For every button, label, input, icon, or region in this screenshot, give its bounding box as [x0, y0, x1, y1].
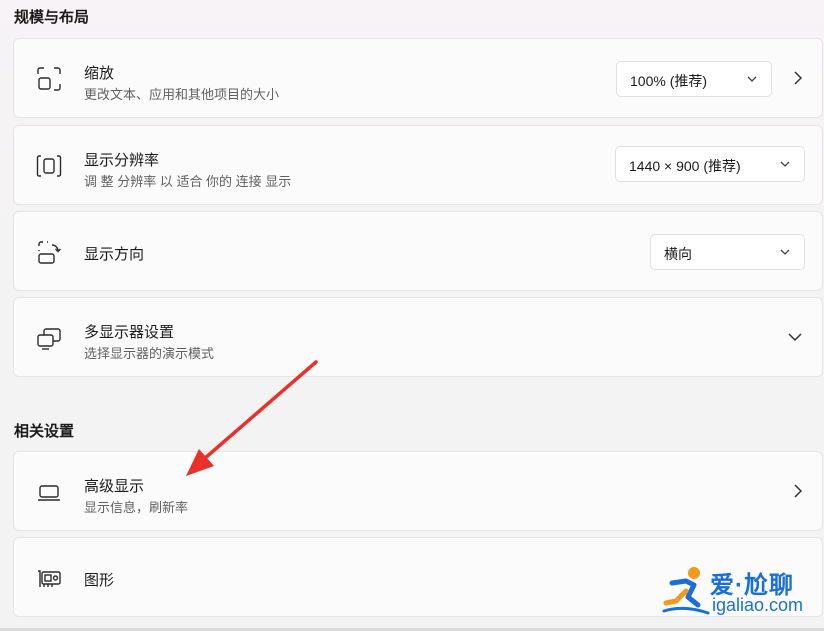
watermark-runner-icon [662, 567, 710, 615]
orientation-icon [36, 239, 62, 265]
scale-dropdown-value: 100% (推荐) [630, 73, 708, 89]
orientation-dropdown-value: 横向 [664, 246, 692, 262]
advanced-display-title: 高级显示 [84, 478, 145, 495]
chevron-down-icon[interactable] [788, 333, 802, 342]
orientation-title: 显示方向 [84, 246, 145, 263]
graphics-title: 图形 [84, 572, 115, 589]
scale-setting-card[interactable]: 缩放 更改文本、应用和其他项目的大小 100% (推荐) [13, 38, 823, 118]
section-title-related: 相关设置 [14, 423, 75, 440]
scale-dropdown[interactable]: 100% (推荐) [616, 61, 772, 97]
advanced-display-subtitle: 显示信息，刷新率 [84, 500, 189, 515]
chevron-right-icon[interactable] [794, 484, 802, 498]
scale-title: 缩放 [84, 65, 115, 82]
scale-icon [36, 66, 62, 92]
multi-display-setting-card[interactable]: 多显示器设置 选择显示器的演示模式 [13, 297, 823, 377]
chevron-down-icon [747, 76, 757, 82]
watermark-url: igaliao.com [712, 595, 804, 615]
chevron-down-icon [780, 249, 790, 255]
orientation-dropdown[interactable]: 横向 [650, 234, 805, 270]
resolution-dropdown-value: 1440 × 900 (推荐) [629, 158, 741, 174]
chevron-right-icon[interactable] [794, 71, 802, 85]
multi-display-icon [36, 325, 62, 351]
scale-subtitle: 更改文本、应用和其他项目的大小 [84, 87, 280, 102]
orientation-setting-card[interactable]: 显示方向 横向 [13, 211, 823, 291]
graphics-card-icon [36, 565, 62, 591]
section-title-scale-layout: 规模与布局 [14, 9, 90, 26]
resolution-dropdown[interactable]: 1440 × 900 (推荐) [615, 146, 805, 182]
watermark: 爱·尬聊 igaliao.com [662, 563, 820, 623]
resolution-title: 显示分辨率 [84, 152, 160, 169]
resolution-setting-card[interactable]: 显示分辨率 调 整 分辨率 以 适合 你的 连接 显示 1440 × 900 (… [13, 125, 823, 205]
chevron-down-icon [780, 161, 790, 167]
advanced-display-card[interactable]: 高级显示 显示信息，刷新率 [13, 451, 823, 531]
laptop-icon [36, 479, 62, 505]
multi-display-title: 多显示器设置 [84, 324, 175, 341]
resolution-icon [36, 153, 62, 179]
multi-display-subtitle: 选择显示器的演示模式 [84, 346, 215, 361]
resolution-subtitle: 调 整 分辨率 以 适合 你的 连接 显示 [84, 174, 292, 189]
